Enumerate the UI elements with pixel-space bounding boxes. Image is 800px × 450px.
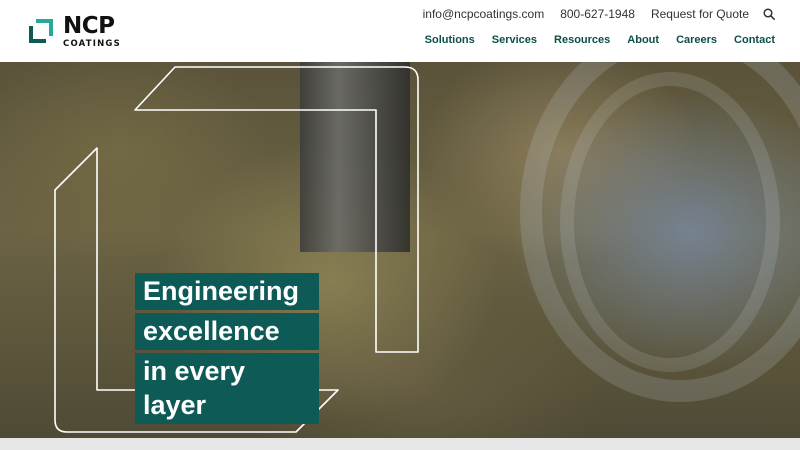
headline-line-2: excellence bbox=[135, 313, 319, 350]
nav-about[interactable]: About bbox=[627, 34, 659, 46]
phone-link[interactable]: 800-627-1948 bbox=[560, 7, 635, 21]
site-header: NCP COATINGS info@ncpcoatings.com 800-62… bbox=[0, 0, 800, 62]
headline-line-3: in every layer bbox=[135, 353, 319, 424]
headline-line-1: Engineering bbox=[135, 273, 319, 310]
logo-mark-icon bbox=[29, 19, 53, 43]
nav-solutions[interactable]: Solutions bbox=[425, 34, 475, 46]
logo-outline-graphic bbox=[54, 66, 419, 433]
nav-services[interactable]: Services bbox=[492, 34, 537, 46]
search-icon[interactable] bbox=[763, 8, 775, 20]
utility-nav: info@ncpcoatings.com 800-627-1948 Reques… bbox=[423, 7, 775, 21]
nav-careers[interactable]: Careers bbox=[676, 34, 717, 46]
logo-subname: COATINGS bbox=[63, 39, 121, 49]
nav-resources[interactable]: Resources bbox=[554, 34, 610, 46]
section-divider bbox=[0, 438, 800, 450]
nav-contact[interactable]: Contact bbox=[734, 34, 775, 46]
request-quote-link[interactable]: Request for Quote bbox=[651, 7, 749, 21]
logo-wordmark: NCP COATINGS bbox=[63, 13, 121, 49]
hero-headline: Engineering excellence in every layer bbox=[135, 273, 319, 427]
logo-name: NCP bbox=[63, 13, 115, 39]
hero-banner: Engineering excellence in every layer bbox=[0, 62, 800, 438]
email-link[interactable]: info@ncpcoatings.com bbox=[423, 7, 545, 21]
ncp-logo[interactable]: NCP COATINGS bbox=[25, 13, 135, 49]
main-nav: Solutions Services Resources About Caree… bbox=[425, 34, 775, 46]
